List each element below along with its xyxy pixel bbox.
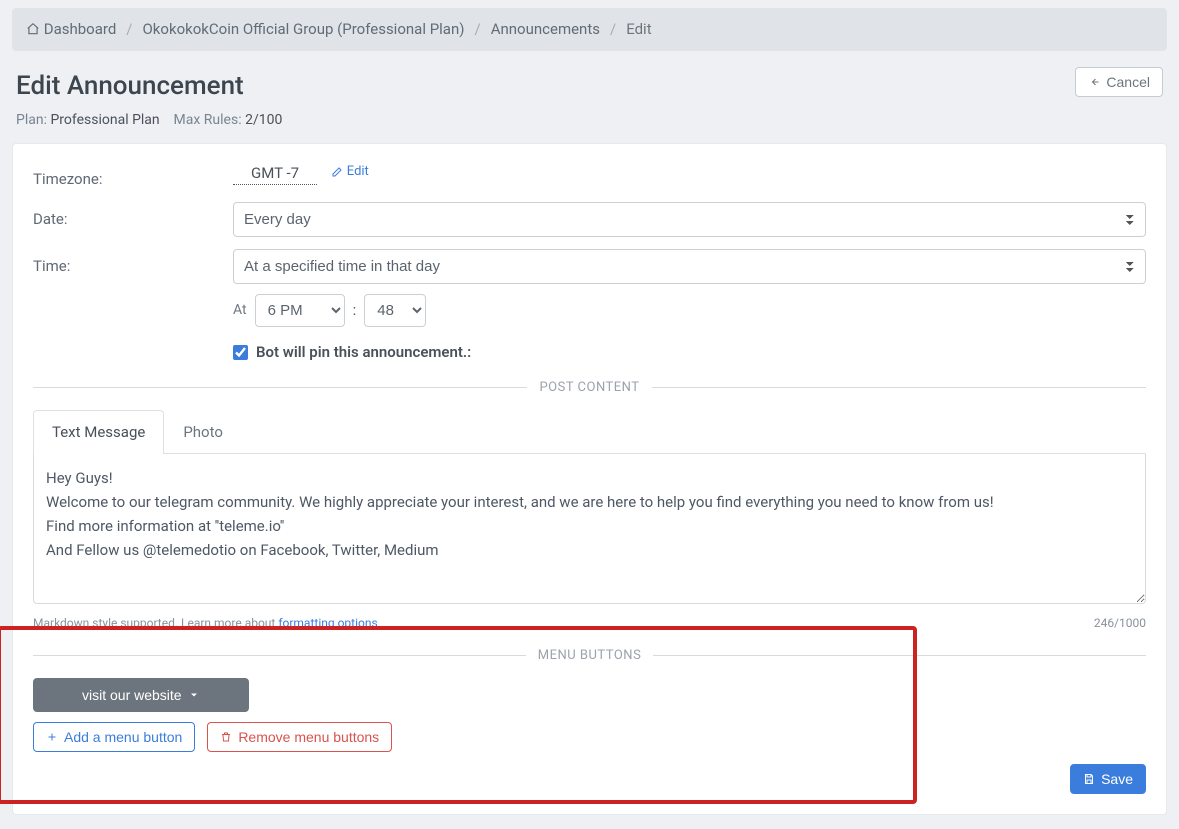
breadcrumb-home[interactable]: Dashboard (26, 18, 116, 41)
tab-photo[interactable]: Photo (164, 410, 242, 454)
arrow-left-icon (1088, 76, 1100, 88)
breadcrumb-section[interactable]: Announcements (491, 18, 600, 41)
plan-value: Professional Plan (50, 112, 159, 128)
breadcrumb-current: Edit (626, 18, 651, 41)
plan-label: Plan: (16, 112, 50, 128)
date-select[interactable]: Every day (233, 202, 1146, 237)
post-content-divider-text: POST CONTENT (539, 378, 639, 398)
tab-text-message[interactable]: Text Message (33, 410, 164, 454)
breadcrumb-separator: / (610, 18, 616, 41)
remove-menu-buttons-label: Remove menu buttons (238, 729, 379, 745)
plus-icon (46, 731, 58, 743)
save-button[interactable]: Save (1070, 764, 1146, 794)
time-label: Time: (33, 249, 221, 278)
form-panel: Timezone: GMT -7 Edit Date: Every day Ti… (12, 143, 1167, 815)
post-tabs: Text Message Photo (33, 409, 1146, 454)
page-title: Edit Announcement (16, 67, 282, 106)
breadcrumb-separator: / (474, 18, 480, 41)
hour-select[interactable]: 6 PM (255, 294, 345, 327)
menu-buttons-divider-text: MENU BUTTONS (538, 646, 642, 666)
at-label: At (233, 300, 247, 321)
cancel-button[interactable]: Cancel (1075, 67, 1163, 97)
visit-website-button[interactable]: visit our website (33, 678, 249, 712)
time-colon: : (353, 299, 357, 322)
save-button-label: Save (1101, 771, 1133, 787)
remove-menu-buttons[interactable]: Remove menu buttons (207, 722, 392, 752)
save-icon (1083, 773, 1095, 785)
caret-down-icon (188, 689, 200, 701)
pin-checkbox[interactable] (233, 345, 248, 360)
post-content-divider: POST CONTENT (33, 378, 1146, 398)
add-menu-button[interactable]: Add a menu button (33, 722, 195, 752)
message-textarea[interactable] (33, 454, 1146, 604)
maxrules-value: 2/100 (245, 112, 282, 128)
breadcrumb-group[interactable]: OkokokokCoin Official Group (Professiona… (142, 18, 464, 41)
formatting-options-link[interactable]: formatting options (278, 616, 377, 630)
pin-label: Bot will pin this announcement.: (256, 341, 471, 364)
breadcrumb-separator: / (126, 18, 132, 41)
home-icon (26, 22, 40, 36)
helper-text: Markdown style supported. Learn more abo… (33, 616, 278, 630)
breadcrumb: Dashboard / OkokokokCoin Official Group … (12, 8, 1167, 51)
breadcrumb-home-label: Dashboard (44, 20, 117, 38)
timezone-edit-label: Edit (347, 162, 369, 182)
timezone-edit-link[interactable]: Edit (331, 162, 369, 182)
time-mode-select[interactable]: At a specified time in that day (233, 249, 1146, 284)
timezone-value: GMT -7 (233, 162, 317, 185)
char-counter: 246/1000 (1094, 614, 1146, 632)
date-label: Date: (33, 202, 221, 231)
cancel-button-label: Cancel (1106, 74, 1150, 90)
visit-website-label: visit our website (82, 687, 182, 703)
menu-buttons-divider: MENU BUTTONS (33, 646, 1146, 666)
add-menu-button-label: Add a menu button (64, 729, 182, 745)
trash-icon (220, 731, 232, 743)
timezone-label: Timezone: (33, 162, 221, 191)
maxrules-label: Max Rules: (174, 112, 246, 128)
minute-select[interactable]: 48 (364, 294, 426, 327)
edit-icon (331, 166, 343, 178)
